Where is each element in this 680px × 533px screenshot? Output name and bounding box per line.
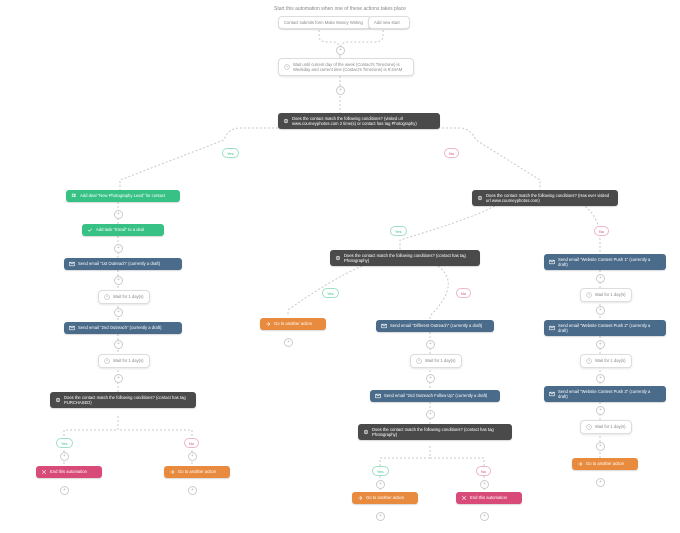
goto-left[interactable]: Go to another action [164,466,230,478]
trigger-add-new[interactable]: Add new start [368,16,410,29]
add-step-icon[interactable]: + [114,276,123,285]
add-step-icon[interactable]: + [596,340,605,349]
goto-mid2-yes[interactable]: Go to another action [352,492,418,504]
wait-1d-a[interactable]: Wait for 1 day(s) [98,290,150,304]
goto-icon [169,469,175,475]
clock-icon [416,358,422,364]
add-step-icon[interactable]: + [596,442,605,451]
condition-icon [55,397,61,403]
end-icon [461,495,467,501]
end-automation-mid[interactable]: End this automation [456,492,522,504]
start-label: Start this automation when one of these … [0,6,680,12]
add-step-icon[interactable]: + [284,338,293,347]
clock-icon [586,292,592,298]
add-step-icon[interactable]: + [426,374,435,383]
clock-icon [284,64,290,70]
deal-icon [71,193,77,199]
add-step-icon[interactable]: + [596,406,605,415]
branch-no: No [594,226,609,236]
email-2nd-followup[interactable]: Send email "2nd Outreach Follow Up" (cur… [370,390,500,402]
email-icon [549,325,555,331]
email-different-outreach[interactable]: Send email "Different Outreach" (current… [376,320,494,332]
add-step-icon[interactable]: + [114,210,123,219]
wait-1d-mid[interactable]: Wait for 1 day(s) [410,354,462,368]
condition-tag-mid2[interactable]: Does the contact match the following con… [358,424,512,440]
add-step-icon[interactable]: + [60,486,69,495]
clock-icon [104,358,110,364]
clock-icon [586,424,592,430]
email-1st-outreach[interactable]: Send email "1st Outreach" (currently a d… [64,258,182,270]
goto-right[interactable]: Go to another action [572,458,638,470]
branch-yes: Yes [56,438,73,448]
branch-no: No [184,438,199,448]
email-push-3[interactable]: Send email "Website Content Push 3" (cur… [544,386,666,402]
branch-yes: Yes [322,288,339,298]
add-step-icon[interactable]: + [596,374,605,383]
email-icon [549,391,555,397]
condition-purchased[interactable]: Does the contact match the following con… [50,392,196,408]
add-step-icon[interactable]: + [596,478,605,487]
condition-root[interactable]: Does the contact match the following con… [278,113,440,129]
wait-1d-r3[interactable]: Wait for 1 day(s) [580,420,632,434]
add-step-icon[interactable]: + [426,410,435,419]
add-step-icon[interactable]: + [114,374,123,383]
wait-schedule[interactable]: Wait until current day of the week (Cont… [278,58,414,76]
goto-icon [265,321,271,327]
add-step-icon[interactable]: + [480,480,489,489]
action-add-task[interactable]: Add task "Email" to a deal [82,224,164,236]
add-step-icon[interactable]: + [426,340,435,349]
email-icon [69,325,75,331]
add-step-icon[interactable]: + [188,452,197,461]
add-step-icon[interactable]: + [376,480,385,489]
branch-no: No [476,466,491,476]
email-icon [375,393,381,399]
add-step-icon[interactable]: + [336,86,345,95]
end-icon [41,469,47,475]
clock-icon [586,358,592,364]
automation-canvas[interactable]: .d{stroke:#c9c9c9;stroke-width:1;stroke-… [0,0,680,533]
condition-tag-mid[interactable]: Does the contact match the following con… [330,250,480,266]
condition-icon [283,118,289,124]
action-add-deal[interactable]: Add deal "New Photography Lead" for cont… [66,190,180,202]
condition-icon [335,255,341,261]
branch-no: No [456,288,471,298]
condition-icon [477,195,483,201]
goto-icon [357,495,363,501]
branch-yes: Yes [390,226,407,236]
add-step-icon[interactable]: + [114,244,123,253]
add-step-icon[interactable]: + [60,452,69,461]
end-automation-left[interactable]: End this automation [36,466,102,478]
add-step-icon[interactable]: + [596,274,605,283]
branch-yes: Yes [372,466,389,476]
email-icon [69,261,75,267]
condition-icon [363,429,369,435]
email-2nd-outreach[interactable]: Send email "2nd Outreach" (currently a d… [64,322,182,334]
trigger-form-submit[interactable]: Contact submits form Make Money Writing [278,16,372,29]
goto-icon [577,461,583,467]
email-push-1[interactable]: Send email "Website Content Push 1" (cur… [544,254,666,270]
condition-visited[interactable]: Does the contact match the following con… [472,190,618,206]
email-icon [381,323,387,329]
add-step-icon[interactable]: + [336,46,345,55]
task-icon [87,227,93,233]
branch-yes: Yes [222,148,239,158]
wait-1d-r2[interactable]: Wait for 1 day(s) [580,354,632,368]
wait-1d-r1[interactable]: Wait for 1 day(s) [580,288,632,302]
add-step-icon[interactable]: + [114,308,123,317]
add-step-icon[interactable]: + [596,306,605,315]
clock-icon [104,294,110,300]
wait-1d-b[interactable]: Wait for 1 day(s) [98,354,150,368]
add-step-icon[interactable]: + [114,340,123,349]
email-push-2[interactable]: Send email "Website Content Push 2" (cur… [544,320,666,336]
add-step-icon[interactable]: + [480,512,489,521]
goto-mid-yes[interactable]: Go to another action [260,318,326,330]
add-step-icon[interactable]: + [188,486,197,495]
email-icon [549,259,555,265]
add-step-icon[interactable]: + [376,512,385,521]
branch-no: No [444,148,459,158]
